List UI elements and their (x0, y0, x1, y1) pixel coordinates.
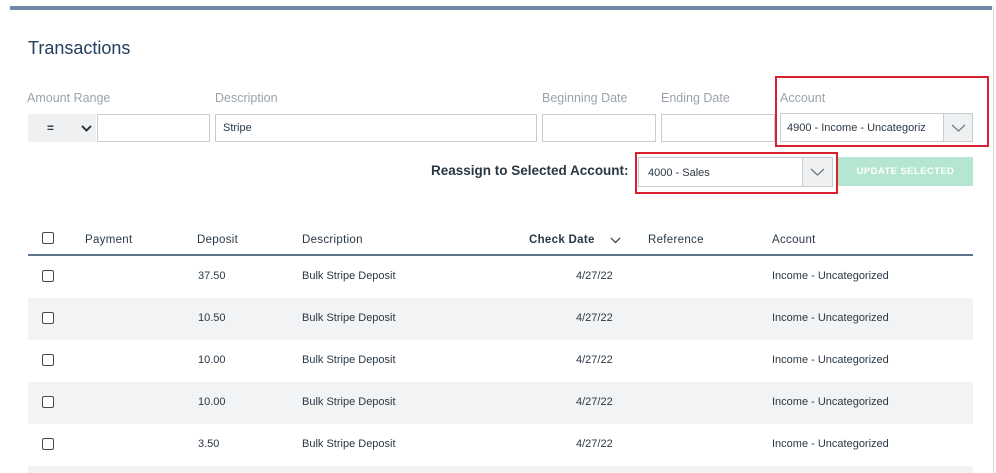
col-header-deposit[interactable]: Deposit (197, 234, 238, 246)
amount-range-label: Amount Range (27, 91, 111, 105)
cell-check-date: 4/27/22 (576, 270, 613, 282)
amount-operator-select[interactable]: = (28, 114, 96, 142)
row-checkbox[interactable] (42, 438, 54, 450)
cell-description: Bulk Stripe Deposit (302, 270, 396, 282)
table-row-partial (28, 466, 973, 473)
description-filter-label: Description (215, 91, 278, 105)
table-row[interactable]: 10.00 Bulk Stripe Deposit 4/27/22 Income… (28, 340, 973, 382)
cell-check-date: 4/27/22 (576, 354, 613, 366)
cell-account: Income - Uncategorized (772, 270, 889, 282)
amount-value-input[interactable] (97, 114, 210, 142)
cell-deposit: 10.50 (198, 312, 226, 324)
update-selected-button[interactable]: UPDATE SELECTED (838, 157, 973, 186)
col-header-description[interactable]: Description (302, 234, 363, 246)
cell-account: Income - Uncategorized (772, 354, 889, 366)
account-filter-highlight (775, 76, 989, 147)
description-filter-value: Stripe (223, 122, 252, 134)
sort-chevron-down-icon[interactable] (610, 237, 621, 244)
reassign-select-highlight (635, 152, 838, 194)
cell-description: Bulk Stripe Deposit (302, 396, 396, 408)
table-row[interactable]: 3.50 Bulk Stripe Deposit 4/27/22 Income … (28, 424, 973, 466)
row-checkbox[interactable] (42, 270, 54, 282)
cell-description: Bulk Stripe Deposit (302, 312, 396, 324)
table-row[interactable]: 37.50 Bulk Stripe Deposit 4/27/22 Income… (28, 256, 973, 298)
cell-deposit: 10.00 (198, 354, 226, 366)
cell-deposit: 3.50 (198, 438, 220, 450)
ending-date-input[interactable] (661, 114, 775, 142)
select-all-checkbox[interactable] (42, 232, 54, 244)
col-header-account[interactable]: Account (772, 234, 816, 246)
row-checkbox[interactable] (42, 312, 54, 324)
table-row[interactable]: 10.00 Bulk Stripe Deposit 4/27/22 Income… (28, 382, 973, 424)
description-filter-input[interactable]: Stripe (215, 114, 537, 142)
chevron-down-icon (81, 125, 92, 132)
panel-right-border (993, 6, 994, 473)
cell-deposit: 10.00 (198, 396, 226, 408)
beginning-date-label: Beginning Date (542, 91, 628, 105)
ending-date-label: Ending Date (661, 91, 730, 105)
cell-account: Income - Uncategorized (772, 396, 889, 408)
cell-check-date: 4/27/22 (576, 438, 613, 450)
top-accent-bar (10, 6, 992, 10)
cell-deposit: 37.50 (198, 270, 226, 282)
col-header-payment[interactable]: Payment (85, 234, 132, 246)
cell-account: Income - Uncategorized (772, 312, 889, 324)
table-row[interactable]: 10.50 Bulk Stripe Deposit 4/27/22 Income… (28, 298, 973, 340)
row-checkbox[interactable] (42, 396, 54, 408)
page-title: Transactions (28, 38, 131, 58)
col-header-check-date[interactable]: Check Date (529, 234, 595, 246)
reassign-label: Reassign to Selected Account: (431, 163, 629, 178)
cell-check-date: 4/27/22 (576, 396, 613, 408)
row-checkbox[interactable] (42, 354, 54, 366)
cell-description: Bulk Stripe Deposit (302, 438, 396, 450)
amount-operator-value: = (47, 121, 55, 135)
cell-check-date: 4/27/22 (576, 312, 613, 324)
cell-description: Bulk Stripe Deposit (302, 354, 396, 366)
cell-account: Income - Uncategorized (772, 438, 889, 450)
col-header-reference[interactable]: Reference (648, 234, 704, 246)
beginning-date-input[interactable] (542, 114, 656, 142)
